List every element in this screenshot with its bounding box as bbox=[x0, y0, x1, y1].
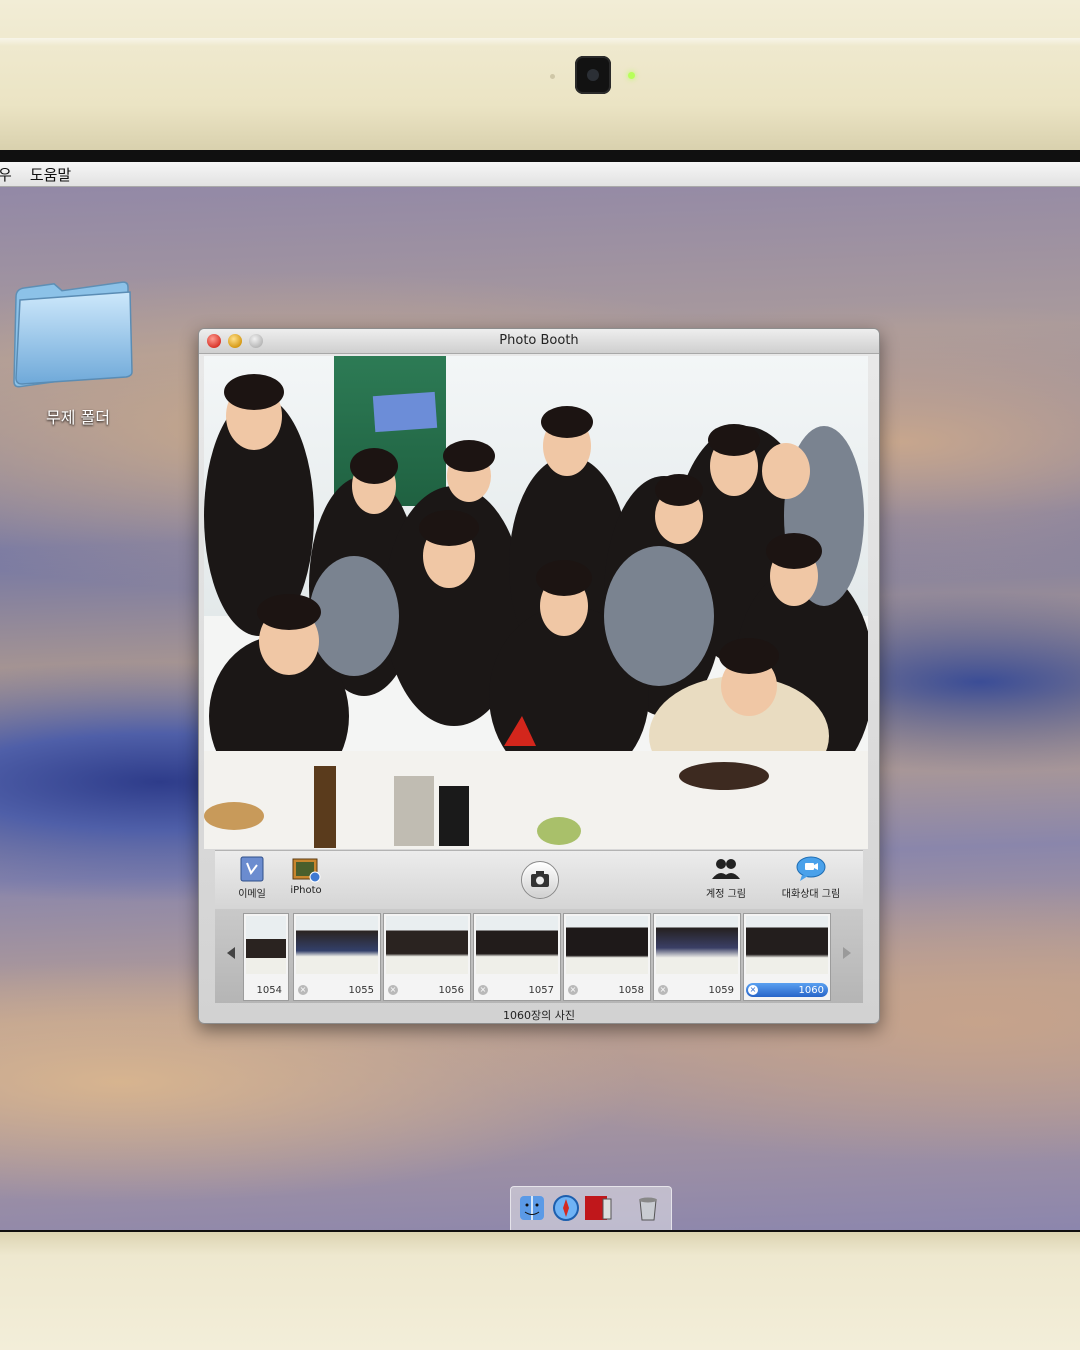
buddy-picture-label: 대화상대 그림 bbox=[781, 889, 841, 900]
thumbnail[interactable]: 1054 bbox=[243, 913, 289, 1001]
monitor-bezel-top bbox=[0, 0, 1080, 150]
account-picture-label: 계정 그림 bbox=[706, 889, 746, 900]
buddy-picture-button[interactable]: 대화상대 그림 bbox=[771, 855, 851, 900]
camera-icon bbox=[531, 871, 549, 887]
take-picture-button[interactable] bbox=[521, 861, 559, 899]
thumbnail-selected[interactable]: × 1060 bbox=[743, 913, 831, 1001]
thumbnail[interactable]: × 1056 bbox=[383, 913, 471, 1001]
title-bar[interactable]: Photo Booth bbox=[199, 329, 879, 354]
email-button[interactable]: 이메일 bbox=[229, 855, 275, 900]
folder-label[interactable]: 무제 폴더 bbox=[8, 404, 148, 428]
dock bbox=[510, 1186, 672, 1230]
email-icon bbox=[240, 856, 264, 882]
toolbar: 이메일 iPhoto 계정 그림 대화상대 그림 bbox=[215, 850, 863, 910]
finder-icon[interactable] bbox=[517, 1193, 547, 1223]
thumbnail[interactable]: × 1059 bbox=[653, 913, 741, 1001]
thumbnail[interactable]: × 1055 bbox=[293, 913, 381, 1001]
menu-item-help[interactable]: 도움말 bbox=[30, 164, 71, 185]
photo-booth-window: Photo Booth 이메일 iPhoto 계정 그림 대화상대 그림 105… bbox=[198, 328, 880, 1024]
iphoto-label: iPhoto bbox=[290, 885, 322, 896]
camera-indicator-light bbox=[628, 72, 635, 79]
group-photo bbox=[204, 374, 868, 849]
photo-count-status: 1060장의 사진 bbox=[503, 1009, 575, 1022]
iphoto-icon bbox=[292, 858, 321, 883]
isight-camera bbox=[575, 56, 611, 94]
photo-booth-icon[interactable] bbox=[583, 1193, 613, 1223]
scroll-left-arrow[interactable] bbox=[227, 947, 235, 959]
scroll-right-arrow[interactable] bbox=[843, 947, 851, 959]
window-title: Photo Booth bbox=[499, 333, 579, 348]
camera-preview bbox=[204, 356, 868, 849]
photo-filmstrip: 1054 × 1055 × 1056 × 1057 × 1058 × 1059 … bbox=[215, 909, 863, 1003]
safari-icon[interactable] bbox=[551, 1193, 581, 1223]
monitor-bezel-bottom bbox=[0, 1232, 1080, 1350]
thumbnail[interactable]: × 1057 bbox=[473, 913, 561, 1001]
thumbnail[interactable]: × 1058 bbox=[563, 913, 651, 1001]
iphoto-button[interactable]: iPhoto bbox=[283, 855, 329, 896]
folder-icon[interactable] bbox=[10, 260, 134, 390]
chat-video-icon bbox=[796, 856, 826, 881]
account-picture-button[interactable]: 계정 그림 bbox=[691, 855, 761, 900]
people-icon bbox=[712, 859, 740, 879]
email-label: 이메일 bbox=[238, 889, 266, 900]
desktop-screen: 우 도움말 무제 폴더 Photo Booth 이메일 iPhoto 계정 그림… bbox=[0, 162, 1080, 1230]
ambient-sensor bbox=[550, 74, 555, 79]
menu-bar: 우 도움말 bbox=[0, 162, 1080, 187]
trash-icon[interactable] bbox=[633, 1193, 663, 1223]
menu-item-window[interactable]: 우 bbox=[0, 164, 12, 185]
